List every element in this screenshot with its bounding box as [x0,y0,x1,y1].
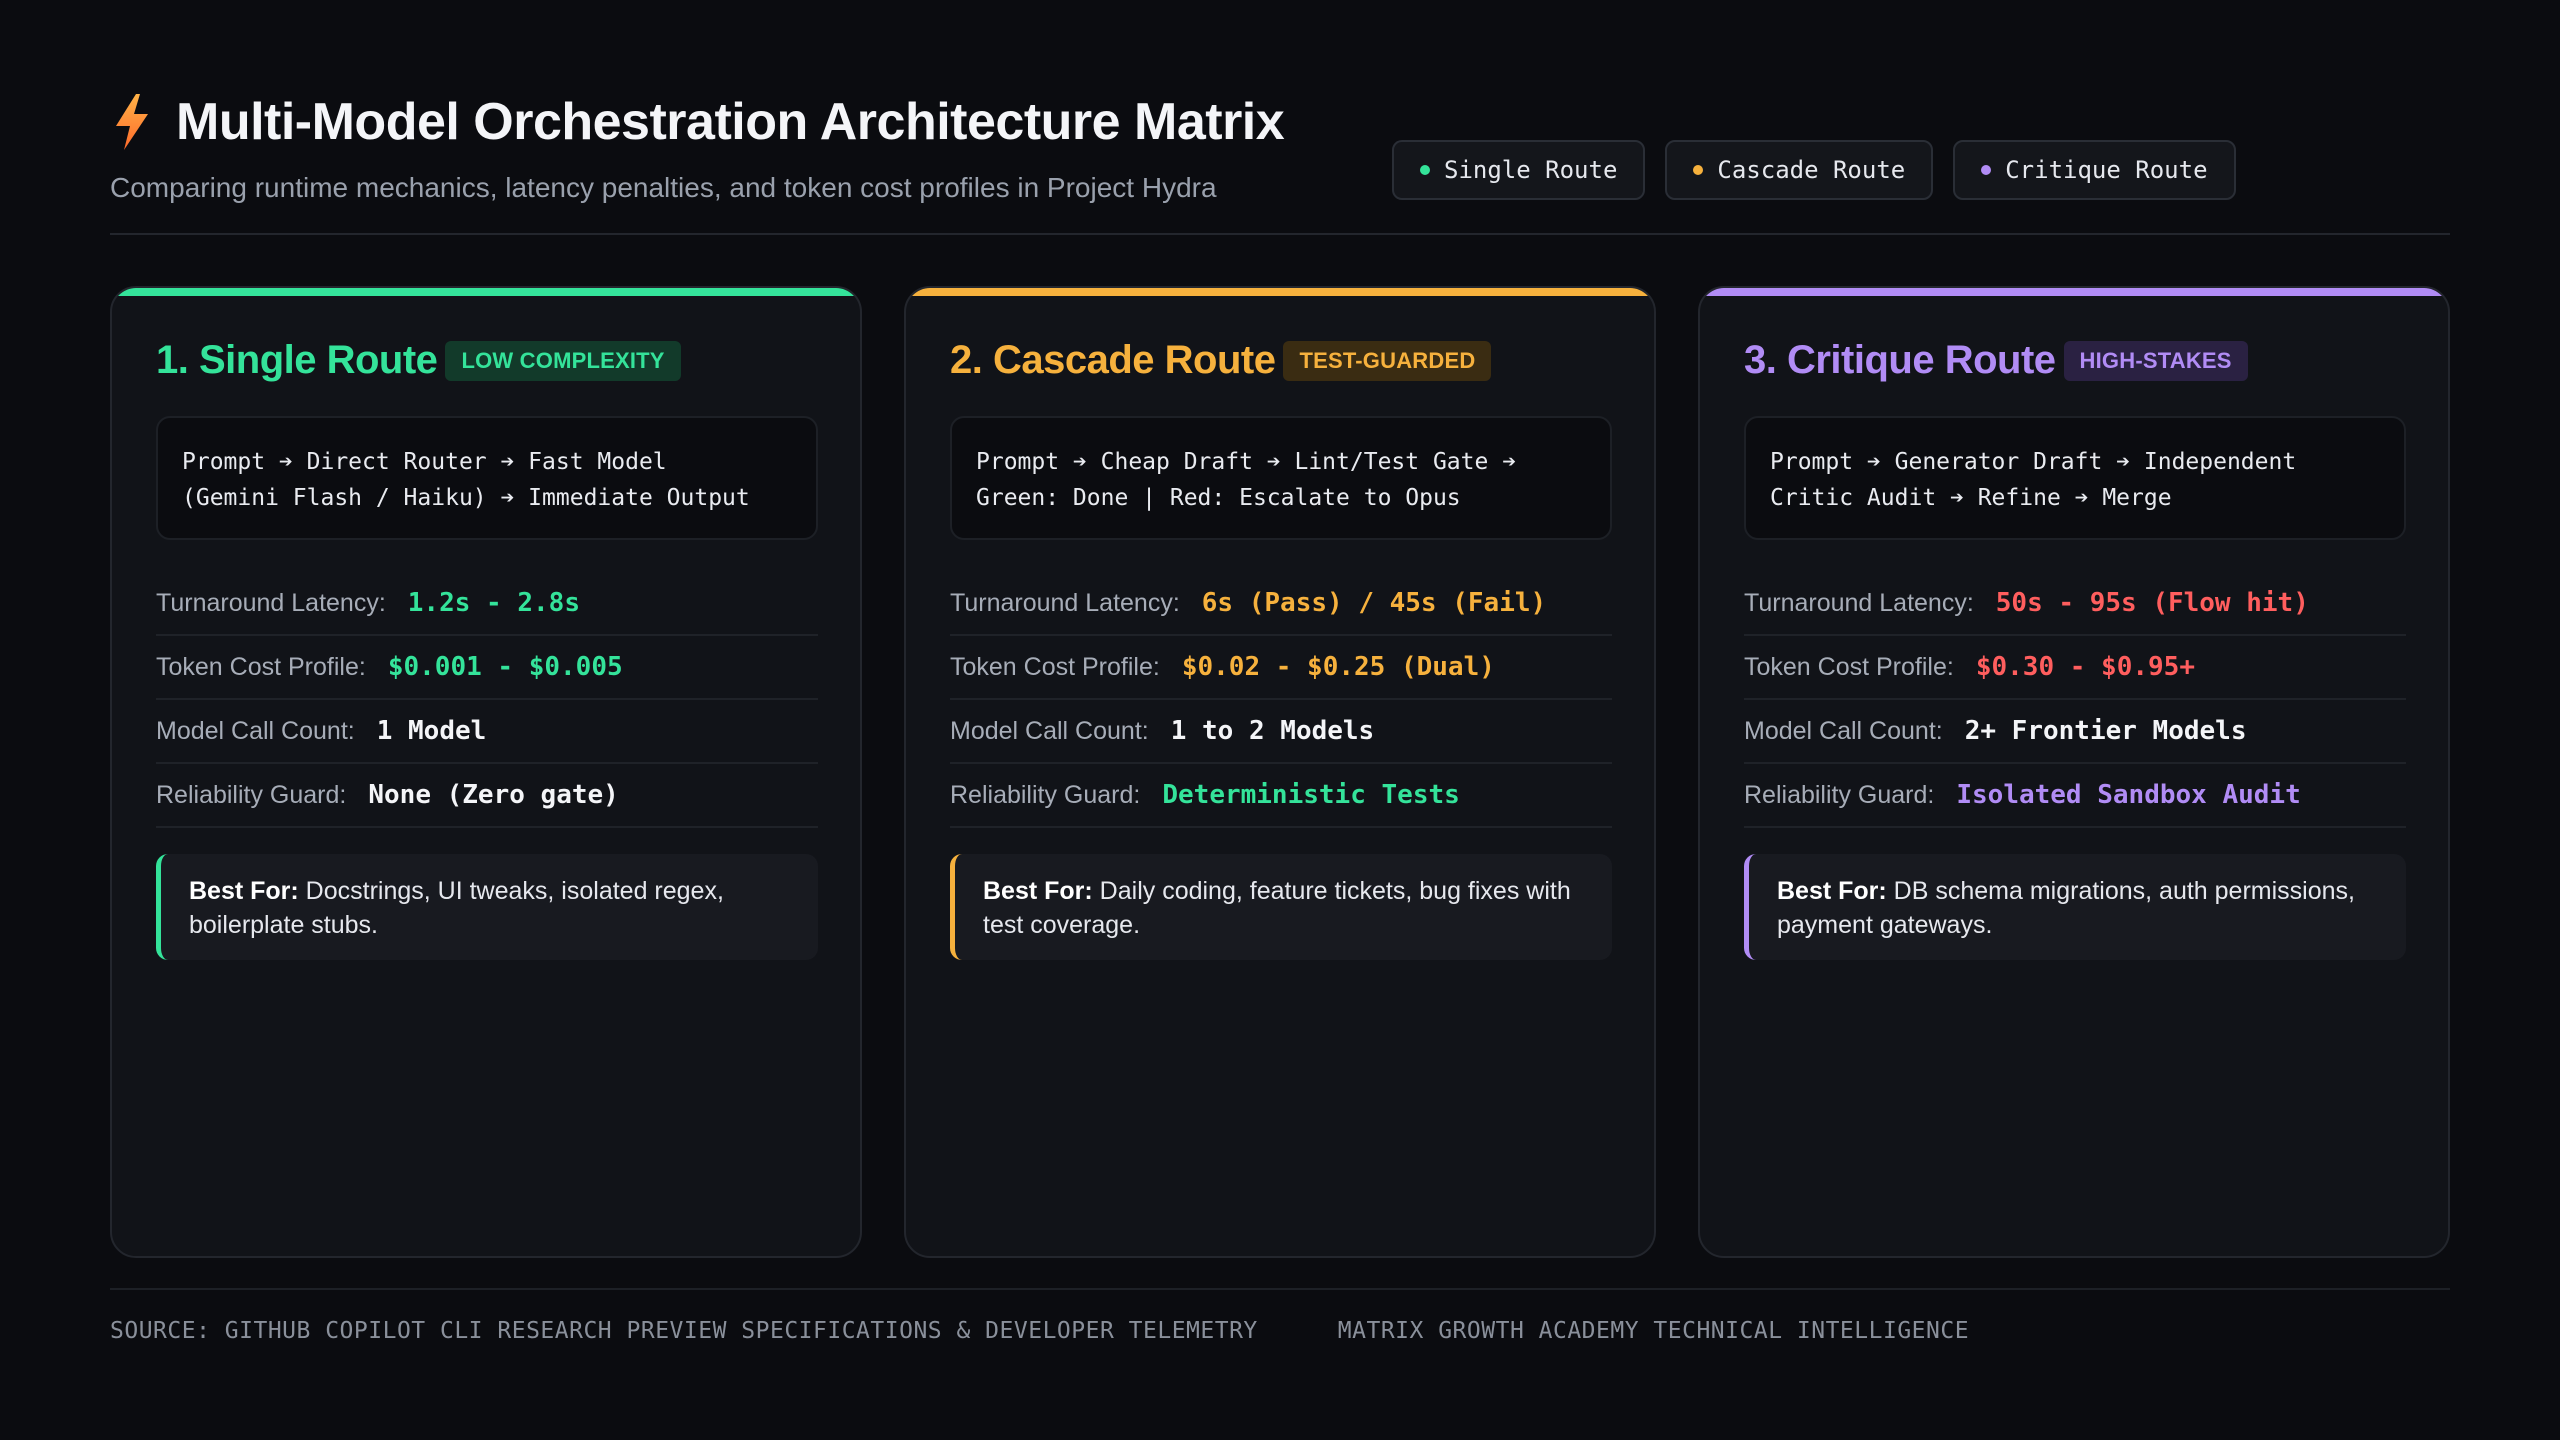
card-accent-bar [112,288,860,296]
footer-source: SOURCE: GITHUB COPILOT CLI RESEARCH PREV… [110,1318,1258,1344]
metric-label: Turnaround Latency: [156,588,386,617]
metric-model-count: Model Call Count: 1 to 2 Models [950,700,1612,764]
best-for-label: Best For: [189,877,299,905]
card-accent-bar [906,288,1654,296]
metric-value: 1 to 2 Models [1170,716,1375,746]
legend-chip-single[interactable]: Single Route [1392,140,1646,200]
metrics-list: Turnaround Latency: 1.2s - 2.8s Token Co… [156,572,818,828]
page-footer: SOURCE: GITHUB COPILOT CLI RESEARCH PREV… [110,1318,1969,1344]
best-for-label: Best For: [983,877,1093,905]
metric-reliability: Reliability Guard: Deterministic Tests [950,764,1612,828]
metric-value: 50s - 95s (Flow hit) [1995,588,2309,618]
legend-dot-icon [1981,165,1992,175]
metric-value: 2+ Frontier Models [1964,716,2247,746]
metric-value: 1.2s - 2.8s [407,588,580,618]
metric-reliability: Reliability Guard: Isolated Sandbox Audi… [1744,764,2406,828]
card-title: 3. Critique Route [1744,338,2056,382]
metric-model-count: Model Call Count: 1 Model [156,700,818,764]
card-cascade-route: 2. Cascade Route TEST-GUARDED Prompt ➔ C… [904,286,1656,1258]
card-single-route: 1. Single Route LOW COMPLEXITY Prompt ➔ … [110,286,862,1258]
metric-value: $0.001 - $0.005 [387,652,623,682]
metrics-list: Turnaround Latency: 50s - 95s (Flow hit)… [1744,572,2406,828]
metric-value: None (Zero gate) [368,780,619,810]
metric-token-cost: Token Cost Profile: $0.02 - $0.25 (Dual) [950,636,1612,700]
legend-chip-critique[interactable]: Critique Route [1953,140,2236,200]
legend-dot-icon [1420,165,1430,175]
metric-reliability: Reliability Guard: None (Zero gate) [156,764,818,828]
metric-model-count: Model Call Count: 2+ Frontier Models [1744,700,2406,764]
footer-brand: MATRIX GROWTH ACADEMY TECHNICAL INTELLIG… [1337,1318,1970,1344]
metric-label: Token Cost Profile: [1744,652,1954,681]
route-cards: 1. Single Route LOW COMPLEXITY Prompt ➔ … [110,286,2450,1258]
card-critique-route: 3. Critique Route HIGH-STAKES Prompt ➔ G… [1698,286,2450,1258]
card-header: 3. Critique Route HIGH-STAKES [1744,338,2248,383]
metric-label: Model Call Count: [950,716,1149,745]
route-legend: Single Route Cascade Route Critique Rout… [1392,140,2236,200]
metrics-list: Turnaround Latency: 6s (Pass) / 45s (Fai… [950,572,1612,828]
metric-label: Model Call Count: [156,716,355,745]
metric-value: $0.30 - $0.95+ [1975,652,2195,682]
metric-value: 6s (Pass) / 45s (Fail) [1201,588,1547,618]
metric-latency: Turnaround Latency: 50s - 95s (Flow hit) [1744,572,2406,636]
card-title: 2. Cascade Route [950,338,1276,382]
metric-latency: Turnaround Latency: 6s (Pass) / 45s (Fai… [950,572,1612,636]
best-for-callout: Best For: Docstrings, UI tweaks, isolate… [156,854,818,960]
metric-value: 1 Model [376,716,487,746]
metric-label: Reliability Guard: [1744,780,1935,809]
page-subtitle: Comparing runtime mechanics, latency pen… [110,172,1217,203]
metric-token-cost: Token Cost Profile: $0.001 - $0.005 [156,636,818,700]
footer-divider [110,1288,2450,1290]
metric-label: Reliability Guard: [950,780,1141,809]
metric-token-cost: Token Cost Profile: $0.30 - $0.95+ [1744,636,2406,700]
legend-label: Critique Route [2005,156,2208,184]
bolt-icon [110,92,154,152]
best-for-callout: Best For: Daily coding, feature tickets,… [950,854,1612,960]
legend-label: Cascade Route [1717,156,1906,184]
complexity-badge: LOW COMPLEXITY [445,340,681,381]
card-accent-bar [1700,288,2448,296]
metric-latency: Turnaround Latency: 1.2s - 2.8s [156,572,818,636]
flow-description: Prompt ➔ Generator Draft ➔ Independent C… [1744,416,2406,540]
metric-value: Deterministic Tests [1162,780,1460,810]
metric-label: Turnaround Latency: [950,588,1180,617]
card-header: 1. Single Route LOW COMPLEXITY [156,338,681,383]
metric-value: Isolated Sandbox Audit [1956,780,2301,810]
metric-label: Turnaround Latency: [1744,588,1974,617]
legend-label: Single Route [1444,156,1618,184]
metric-label: Model Call Count: [1744,716,1943,745]
metric-label: Token Cost Profile: [950,652,1160,681]
flow-description: Prompt ➔ Cheap Draft ➔ Lint/Test Gate ➔ … [950,416,1612,540]
flow-description: Prompt ➔ Direct Router ➔ Fast Model (Gem… [156,416,818,540]
best-for-callout: Best For: DB schema migrations, auth per… [1744,854,2406,960]
metric-value: $0.02 - $0.25 (Dual) [1181,652,1495,682]
metric-label: Reliability Guard: [156,780,347,809]
card-header: 2. Cascade Route TEST-GUARDED [950,338,1492,383]
complexity-badge: HIGH-STAKES [2063,340,2248,381]
complexity-badge: TEST-GUARDED [1283,340,1492,381]
metric-label: Token Cost Profile: [156,652,366,681]
best-for-label: Best For: [1777,877,1887,905]
header-divider [110,233,2450,235]
legend-chip-cascade[interactable]: Cascade Route [1665,140,1934,200]
page-title: Multi-Model Orchestration Architecture M… [176,93,1285,151]
page-header: Multi-Model Orchestration Architecture M… [110,92,2450,232]
legend-dot-icon [1693,165,1704,175]
card-title: 1. Single Route [156,338,438,382]
